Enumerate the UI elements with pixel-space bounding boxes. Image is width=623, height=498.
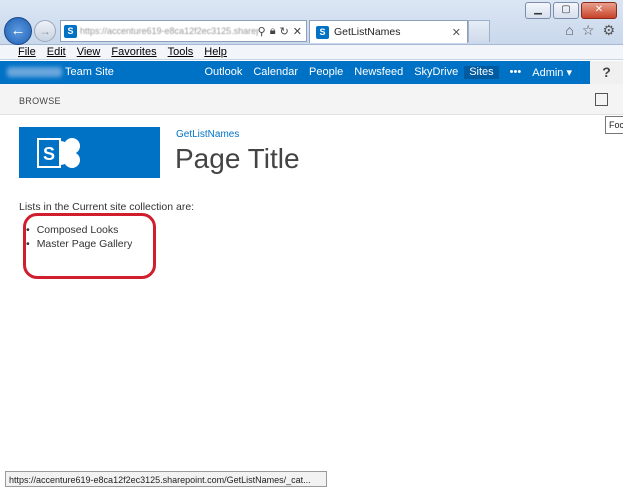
suite-link-skydrive[interactable]: SkyDrive <box>414 66 458 79</box>
help-button[interactable]: ? <box>590 61 623 84</box>
address-tools: ⚲ 🔒︎ ↻ ✕ <box>258 25 306 38</box>
tab-title: GetListNames <box>334 26 401 38</box>
more-menu-button[interactable]: ••• <box>510 66 522 79</box>
menu-file[interactable]: File <box>18 45 36 59</box>
suite-nav: Outlook Calendar People Newsfeed SkyDriv… <box>193 66 572 79</box>
tab-getlistnames[interactable]: S GetListNames ✕ <box>309 20 468 43</box>
sharepoint-favicon-icon: S <box>316 25 329 39</box>
redacted-tenant-name <box>7 67 62 77</box>
sharepoint-logo-icon: S <box>37 138 80 168</box>
ribbon-tab-browse[interactable]: BROWSE <box>19 96 61 106</box>
gear-icon[interactable]: ⚙ <box>602 22 615 39</box>
suite-link-calendar[interactable]: Calendar <box>253 66 298 79</box>
address-bar[interactable]: S https://accenture619-e8ca12f2ec3125.sh… <box>60 20 307 42</box>
lock-icon[interactable]: 🔒︎ <box>270 25 276 38</box>
status-bar-url: https://accenture619-e8ca12f2ec3125.shar… <box>5 471 327 487</box>
page-title: Page Title <box>175 143 300 174</box>
new-tab-button[interactable] <box>468 20 490 42</box>
highlight-annotation <box>23 213 156 279</box>
stop-icon[interactable]: ✕ <box>293 25 302 38</box>
browser-chrome: ▁ ▢ ✕ ← → S https://accenture619-e8ca12f… <box>0 0 623 45</box>
breadcrumb[interactable]: GetListNames <box>176 129 239 140</box>
intro-text: Lists in the Current site collection are… <box>19 201 195 213</box>
address-url[interactable]: https://accenture619-e8ca12f2ec3125.shar… <box>80 26 258 36</box>
menu-tools[interactable]: Tools <box>168 45 194 59</box>
focus-on-content-icon[interactable] <box>595 93 608 106</box>
ribbon: BROWSE <box>0 84 623 115</box>
suite-bar: Team Site Outlook Calendar People Newsfe… <box>0 61 590 84</box>
star-icon[interactable]: ☆ <box>582 22 595 39</box>
suite-link-newsfeed[interactable]: Newsfeed <box>354 66 403 79</box>
home-icon[interactable]: ⌂ <box>565 22 573 39</box>
menu-help[interactable]: Help <box>204 45 227 59</box>
close-tab-icon[interactable]: ✕ <box>452 26 461 39</box>
sharepoint-favicon-icon: S <box>64 24 77 38</box>
svg-text:S: S <box>43 144 55 164</box>
focus-tooltip: Foc <box>605 116 623 134</box>
menu-view[interactable]: View <box>77 45 101 59</box>
minimize-button[interactable]: ▁ <box>525 2 551 19</box>
browser-toolbar-icons: ⌂ ☆ ⚙ <box>565 22 615 39</box>
suite-link-people[interactable]: People <box>309 66 343 79</box>
menu-favorites[interactable]: Favorites <box>111 45 156 59</box>
suite-link-sites[interactable]: Sites <box>464 66 499 79</box>
back-button[interactable]: ← <box>4 17 32 45</box>
suite-link-outlook[interactable]: Outlook <box>204 66 242 79</box>
menu-edit[interactable]: Edit <box>47 45 66 59</box>
refresh-icon[interactable]: ↻ <box>280 25 289 38</box>
user-menu-button[interactable]: Admin ▾ <box>532 66 572 79</box>
site-logo[interactable]: S <box>19 127 160 178</box>
arrow-right-icon: → <box>39 24 51 38</box>
menu-bar: File Edit View Favorites Tools Help <box>0 45 623 60</box>
close-window-button[interactable]: ✕ <box>581 2 617 19</box>
maximize-button[interactable]: ▢ <box>553 2 579 19</box>
arrow-left-icon: ← <box>10 22 26 39</box>
search-icon[interactable]: ⚲ <box>258 25 266 38</box>
forward-button[interactable]: → <box>34 20 56 42</box>
window-controls: ▁ ▢ ✕ <box>525 2 617 19</box>
site-title-link[interactable]: Team Site <box>65 66 114 78</box>
